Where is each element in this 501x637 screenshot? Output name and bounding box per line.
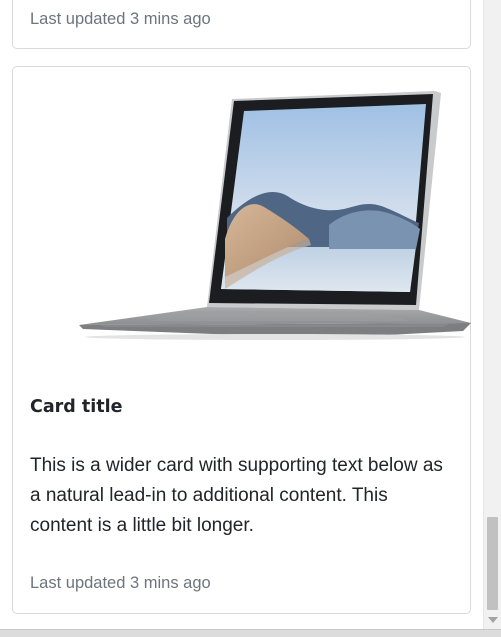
vertical-scrollbar[interactable] (483, 0, 501, 629)
card-wide: Card title This is a wider card with sup… (12, 66, 471, 614)
card-title: Card title (30, 397, 123, 417)
laptop-image (79, 91, 471, 340)
scroll-down-arrow-icon[interactable] (488, 617, 498, 623)
page-viewport: Last updated 3 mins ago Card title This … (0, 0, 483, 629)
card-text: This is a wider card with supporting tex… (30, 455, 443, 536)
card-updated-text: Last updated 3 mins ago (30, 10, 211, 28)
window-bottom-edge (0, 629, 501, 637)
card-previous: Last updated 3 mins ago (12, 0, 471, 49)
card-updated-text: Last updated 3 mins ago (30, 574, 211, 592)
scrollbar-thumb[interactable] (487, 517, 498, 610)
